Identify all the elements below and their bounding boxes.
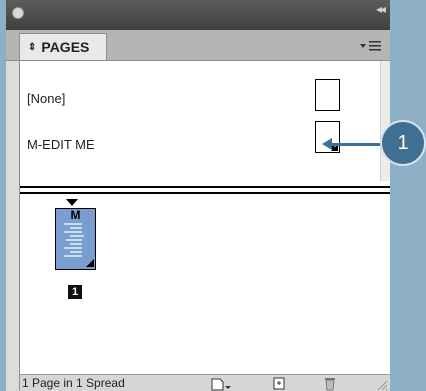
master-label: [None] (27, 91, 66, 106)
expand-collapse-icon: ⇕ (28, 41, 37, 53)
page-number-label: 1 (68, 285, 82, 299)
edit-page-size-icon[interactable] (210, 376, 234, 391)
master-label: M-EDIT ME (27, 137, 95, 152)
pages-divider-handle[interactable] (20, 188, 390, 194)
masters-scrollbar[interactable] (380, 61, 390, 181)
panel-tabrow: ⇕ PAGES (6, 30, 390, 61)
current-page-marker-icon (66, 199, 78, 206)
master-thumbnail[interactable] (315, 79, 340, 111)
page-count-status: 1 Page in 1 Spread (22, 376, 125, 390)
collapse-panel-icon[interactable]: ◂◂ (376, 2, 386, 16)
close-panel-icon[interactable] (12, 7, 24, 19)
pages-content: [None] M-EDIT ME M 1 (19, 61, 390, 374)
page-thumbnail[interactable]: M (55, 208, 96, 270)
panel-menu-icon[interactable] (360, 39, 382, 51)
pages-panel: ◂◂ ⇕ PAGES [None] M-EDIT ME M 1 1 Page i… (6, 0, 390, 391)
master-row-none[interactable]: [None] (20, 79, 380, 119)
trash-icon[interactable] (323, 376, 337, 391)
panel-footer: 1 Page in 1 Spread (19, 374, 390, 391)
page-item[interactable]: M 1 (55, 199, 99, 309)
callout-badge: 1 (380, 120, 426, 166)
new-page-icon[interactable] (272, 376, 286, 391)
panel-titlebar: ◂◂ (6, 0, 390, 30)
tab-pages-label: PAGES (41, 39, 90, 55)
tab-pages[interactable]: ⇕ PAGES (19, 33, 107, 60)
resize-grip-icon[interactable] (376, 376, 388, 391)
